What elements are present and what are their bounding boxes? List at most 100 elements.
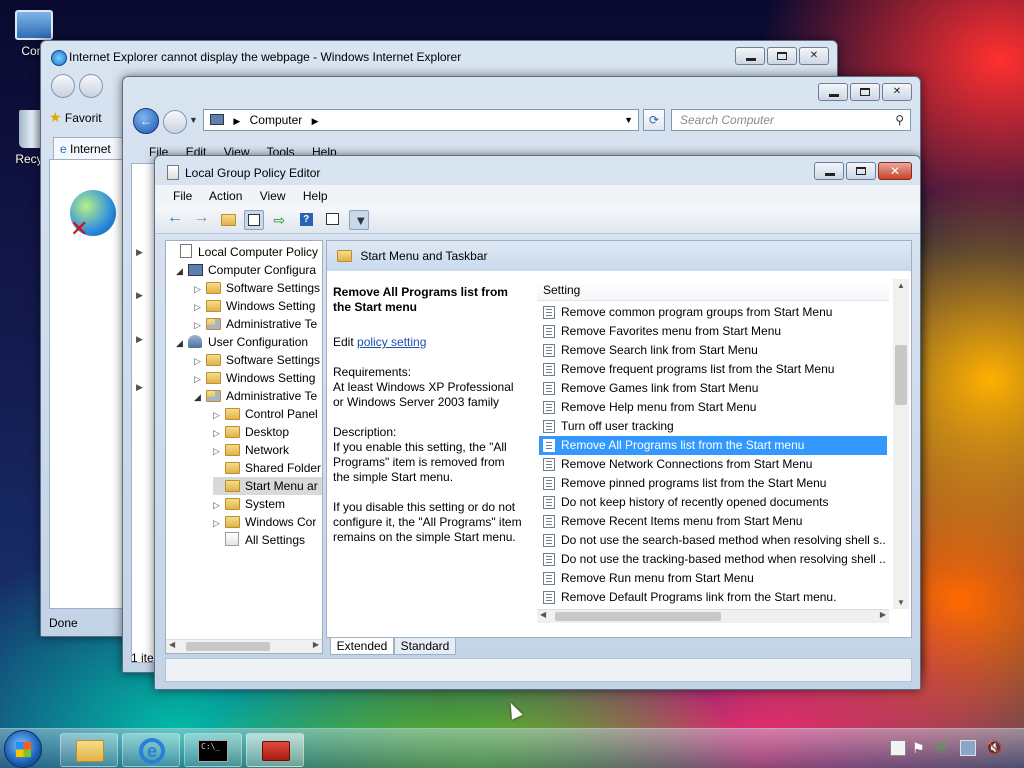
help-button[interactable]: ? — [297, 210, 317, 230]
setting-row[interactable]: Remove Favorites menu from Start Menu — [539, 322, 887, 341]
tree-item-computer-configuration[interactable]: ◢ Computer Configura — [176, 261, 316, 279]
scroll-up-icon[interactable]: ▲ — [897, 281, 905, 290]
ie-tab[interactable]: e Internet — [53, 137, 123, 159]
tree-item-windows-settings[interactable]: ▷ Windows Setting — [194, 297, 315, 315]
setting-row[interactable]: Do not use the tracking-based method whe… — [539, 550, 887, 569]
list-horizontal-scrollbar[interactable]: ◀ ▶ — [537, 609, 889, 623]
setting-row[interactable]: Remove Search link from Start Menu — [539, 341, 887, 360]
up-folder-button[interactable] — [218, 210, 238, 230]
setting-row[interactable]: Turn off user tracking — [539, 417, 887, 436]
expand-arrow-icon[interactable]: ▷ — [213, 442, 225, 459]
scroll-right-icon[interactable]: ▶ — [880, 610, 886, 619]
edit-policy-setting-link[interactable]: policy setting — [357, 335, 426, 349]
expand-arrow-icon[interactable]: ▷ — [213, 514, 225, 531]
tree-item-administrative-templates[interactable]: ▷ Administrative Te — [194, 315, 317, 333]
expand-arrow-icon[interactable]: ▷ — [194, 298, 206, 315]
address-dropdown-icon[interactable]: ▼ — [624, 110, 633, 130]
setting-row[interactable]: Remove Recent Items menu from Start Menu — [539, 512, 887, 531]
explorer-maximize-button[interactable] — [850, 83, 880, 101]
tree-item-software-settings[interactable]: ▷ Software Settings — [194, 279, 320, 297]
collapse-arrow-icon[interactable]: ◢ — [194, 388, 206, 405]
explorer-forward-button[interactable] — [163, 110, 187, 134]
show-hide-tree-button[interactable] — [244, 210, 265, 230]
collapse-arrow-icon[interactable]: ◢ — [176, 262, 188, 279]
setting-row[interactable]: Remove common program groups from Start … — [539, 303, 887, 322]
expand-arrow-icon[interactable]: ▷ — [213, 496, 225, 513]
recent-pages-dropdown[interactable]: ▼ — [189, 115, 198, 125]
explorer-minimize-button[interactable] — [818, 83, 848, 101]
tab-standard[interactable]: Standard — [394, 638, 456, 655]
setting-row[interactable]: Remove Help menu from Start Menu — [539, 398, 887, 417]
tray-network-icon[interactable] — [960, 740, 976, 756]
tree-item-shared-folders[interactable]: Shared Folder — [213, 459, 321, 477]
tree-item-system[interactable]: ▷ System — [213, 495, 285, 513]
expand-arrow-icon[interactable]: ▷ — [194, 280, 206, 297]
setting-row[interactable]: Remove Network Connections from Start Me… — [539, 455, 887, 474]
setting-row[interactable]: Remove pinned programs list from the Sta… — [539, 474, 887, 493]
explorer-close-button[interactable]: ✕ — [882, 83, 912, 101]
tab-extended[interactable]: Extended — [330, 638, 394, 655]
filter-button[interactable]: ▼ — [349, 210, 370, 230]
setting-row[interactable]: Remove Default Programs link from the St… — [539, 588, 887, 607]
tree-item-network[interactable]: ▷ Network — [213, 441, 289, 459]
search-box[interactable]: Search Computer ⚲ — [671, 109, 911, 131]
tree-horizontal-scrollbar[interactable]: ◀ ▶ — [166, 639, 322, 653]
tray-security-icon[interactable]: ⛨ — [936, 740, 952, 756]
refresh-button[interactable]: ⟳ — [643, 109, 665, 131]
tray-notes-icon[interactable] — [890, 740, 906, 756]
start-button[interactable] — [4, 730, 42, 768]
scroll-down-icon[interactable]: ▼ — [897, 598, 905, 607]
taskbar-explorer-button[interactable] — [60, 733, 118, 767]
tree-item-local-computer-policy[interactable]: Local Computer Policy — [168, 243, 318, 261]
explorer-back-button[interactable]: ← — [133, 108, 159, 134]
gpedit-minimize-button[interactable] — [814, 162, 844, 180]
ie-maximize-button[interactable] — [767, 47, 797, 65]
back-button[interactable]: ← — [165, 209, 185, 230]
expand-arrow-icon[interactable]: ▷ — [213, 406, 225, 423]
tree-item-software-settings[interactable]: ▷ Software Settings — [194, 351, 320, 369]
gpedit-window[interactable]: Local Group Policy Editor ✕ File Action … — [154, 155, 921, 690]
taskbar-cmd-button[interactable]: C:\_ — [184, 733, 242, 767]
tree-item-start-menu-and-taskbar[interactable]: Start Menu ar — [213, 477, 322, 495]
expand-arrow-icon[interactable]: ▷ — [194, 370, 206, 387]
setting-row[interactable]: Remove All Programs list from the Start … — [539, 436, 887, 455]
setting-row[interactable]: Do not keep history of recently opened d… — [539, 493, 887, 512]
expand-arrow-icon[interactable]: ▷ — [194, 316, 206, 333]
setting-row[interactable]: Remove Run menu from Start Menu — [539, 569, 887, 588]
ie-close-button[interactable]: ✕ — [799, 47, 829, 65]
tray-flag-icon[interactable]: ⚑ — [912, 740, 928, 756]
collapse-arrow-icon[interactable]: ◢ — [176, 334, 188, 351]
gpedit-menu-help[interactable]: Help — [303, 189, 328, 203]
ie-back-button[interactable] — [51, 74, 75, 98]
column-header-setting[interactable]: Setting — [537, 279, 889, 301]
scroll-thumb[interactable] — [186, 642, 270, 651]
tree-item-control-panel[interactable]: ▷ Control Panel — [213, 405, 318, 423]
gpedit-menu-file[interactable]: File — [173, 189, 192, 203]
setting-row[interactable]: Remove frequent programs list from the S… — [539, 360, 887, 379]
forward-button[interactable]: → — [191, 209, 211, 230]
gpedit-maximize-button[interactable] — [846, 162, 876, 180]
taskbar-ie-button[interactable]: e — [122, 733, 180, 767]
tree-item-windows-settings[interactable]: ▷ Windows Setting — [194, 369, 315, 387]
ie-forward-button[interactable] — [79, 74, 103, 98]
export-list-button[interactable]: ⇨ — [270, 210, 290, 230]
setting-row[interactable]: Do not use the search-based method when … — [539, 531, 887, 550]
scroll-right-icon[interactable]: ▶ — [313, 640, 319, 649]
expand-arrow-icon[interactable]: ▷ — [194, 352, 206, 369]
setting-row[interactable]: Remove Games link from Start Menu — [539, 379, 887, 398]
list-vertical-scrollbar[interactable]: ▲ ▼ — [893, 279, 909, 609]
tree-item-windows-components[interactable]: ▷ Windows Cor — [213, 513, 316, 531]
scroll-thumb[interactable] — [555, 612, 721, 621]
tray-volume-muted-icon[interactable]: 🔇 — [986, 740, 1002, 756]
gpedit-close-button[interactable]: ✕ — [878, 162, 912, 180]
gpedit-menu-view[interactable]: View — [260, 189, 286, 203]
gpedit-menu-action[interactable]: Action — [209, 189, 242, 203]
scroll-thumb[interactable] — [895, 345, 907, 405]
tree-item-desktop[interactable]: ▷ Desktop — [213, 423, 289, 441]
tree-item-administrative-templates[interactable]: ◢ Administrative Te — [194, 387, 317, 405]
tree-item-user-configuration[interactable]: ◢ User Configuration — [176, 333, 308, 351]
show-action-pane-button[interactable] — [323, 210, 343, 230]
tree-item-all-settings[interactable]: All Settings — [213, 531, 305, 549]
address-bar[interactable]: ▶ Computer ▶ ▼ — [203, 109, 639, 131]
scroll-left-icon[interactable]: ◀ — [540, 610, 546, 619]
